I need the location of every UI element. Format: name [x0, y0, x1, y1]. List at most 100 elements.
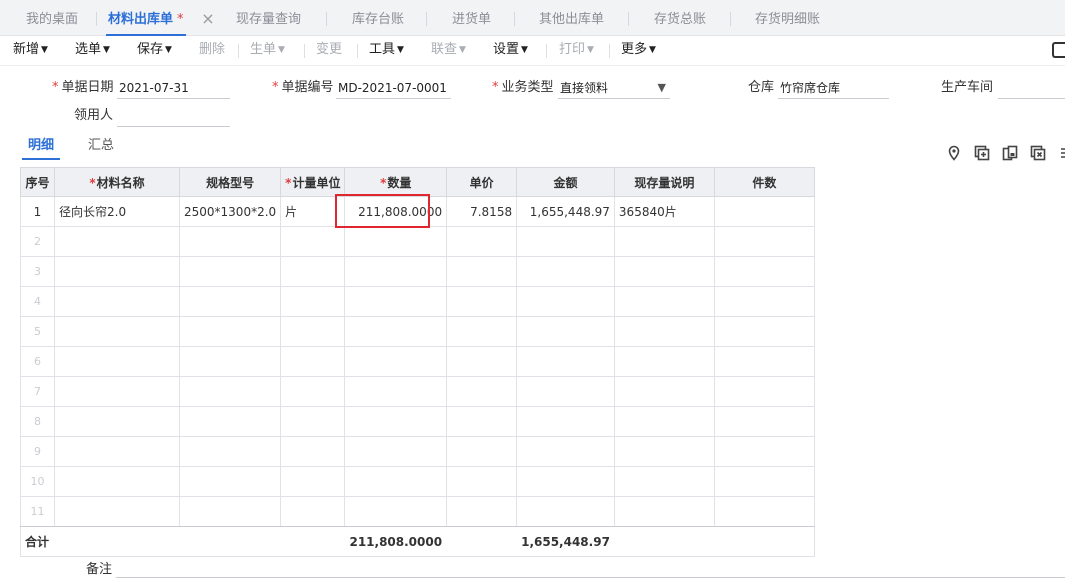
cell[interactable] — [516, 466, 615, 497]
cell[interactable] — [54, 256, 180, 287]
table-row[interactable]: 6 — [20, 346, 815, 377]
cell-stock-note[interactable]: 365840片 — [613, 196, 715, 227]
column-header-spec[interactable]: 规格型号 — [178, 167, 282, 197]
cell[interactable] — [178, 226, 282, 257]
remark-field[interactable] — [116, 558, 1065, 578]
cell[interactable] — [280, 226, 346, 257]
cell[interactable] — [613, 496, 715, 527]
cell[interactable] — [713, 286, 815, 317]
cell[interactable] — [446, 436, 518, 467]
date-field[interactable]: 2021-07-31 — [117, 77, 230, 99]
cell[interactable] — [713, 406, 815, 437]
column-header-unit[interactable]: *计量单位 — [280, 167, 346, 197]
cell[interactable] — [178, 376, 282, 407]
cell-spec[interactable]: 2500*1300*2.0 — [178, 196, 282, 227]
cell[interactable] — [446, 466, 518, 497]
cell[interactable] — [713, 376, 815, 407]
cell[interactable] — [54, 376, 180, 407]
table-row[interactable]: 4 — [20, 286, 815, 317]
table-row[interactable]: 1 径向长帘2.0 2500*1300*2.0 片 211,808.0000 7… — [20, 196, 815, 227]
location-pin-icon[interactable] — [946, 145, 962, 161]
print-button[interactable]: 打印 ▼ — [559, 36, 594, 66]
cell[interactable] — [344, 346, 448, 377]
cell[interactable] — [516, 286, 615, 317]
cell[interactable] — [613, 316, 715, 347]
cell[interactable] — [446, 256, 518, 287]
cell[interactable] — [516, 406, 615, 437]
subtab-detail[interactable]: 明细 — [22, 134, 61, 160]
cell[interactable] — [280, 496, 346, 527]
cell[interactable] — [516, 496, 615, 527]
column-header-material-name[interactable]: *材料名称 — [54, 167, 180, 197]
column-header-pieces[interactable]: 件数 — [713, 167, 815, 197]
cell[interactable] — [54, 406, 180, 437]
cell[interactable] — [516, 316, 615, 347]
cell[interactable] — [344, 436, 448, 467]
cell[interactable] — [344, 376, 448, 407]
tab-my-desktop[interactable]: 我的桌面 — [26, 0, 78, 36]
cell[interactable] — [516, 226, 615, 257]
cell[interactable] — [344, 496, 448, 527]
cell[interactable] — [178, 316, 282, 347]
table-row[interactable]: 10 — [20, 466, 815, 497]
cell[interactable] — [280, 346, 346, 377]
warehouse-field[interactable]: 竹帘席仓库 — [778, 77, 889, 99]
column-header-unit-price[interactable]: 单价 — [446, 167, 518, 197]
cell[interactable] — [344, 316, 448, 347]
cell[interactable] — [344, 256, 448, 287]
table-row[interactable]: 3 — [20, 256, 815, 287]
new-button[interactable]: 新增 ▼ — [13, 36, 48, 66]
cell-unit[interactable]: 片 — [280, 196, 346, 227]
change-button[interactable]: 变更 — [316, 36, 342, 66]
cell[interactable] — [54, 286, 180, 317]
tab-other-outbound[interactable]: 其他出库单 — [539, 0, 604, 36]
cell[interactable] — [613, 286, 715, 317]
table-row[interactable]: 2 — [20, 226, 815, 257]
delete-row-icon[interactable] — [1030, 145, 1046, 161]
cell[interactable] — [713, 466, 815, 497]
cell[interactable] — [613, 346, 715, 377]
cell[interactable] — [446, 346, 518, 377]
cell-unit-price[interactable]: 7.8158 — [446, 196, 518, 227]
cell[interactable] — [713, 346, 815, 377]
table-row[interactable]: 9 — [20, 436, 815, 467]
tab-stock-query[interactable]: 现存量查询 — [236, 0, 301, 36]
cell[interactable] — [516, 376, 615, 407]
cell[interactable] — [280, 436, 346, 467]
cell[interactable] — [446, 286, 518, 317]
cell[interactable] — [54, 316, 180, 347]
cell[interactable] — [344, 466, 448, 497]
more-button[interactable]: 更多 ▼ — [621, 36, 656, 66]
business-type-select[interactable]: 直接领料 ▼ — [558, 77, 670, 99]
cell-amount[interactable]: 1,655,448.97 — [516, 196, 615, 227]
table-row[interactable]: 11 — [20, 496, 815, 527]
cell[interactable] — [446, 316, 518, 347]
cell[interactable] — [280, 256, 346, 287]
cell[interactable] — [280, 316, 346, 347]
cell[interactable] — [713, 436, 815, 467]
add-row-icon[interactable] — [974, 145, 990, 161]
tab-inventory-ledger[interactable]: 库存台账 — [352, 0, 404, 36]
column-header-stock-note[interactable]: 现存量说明 — [613, 167, 715, 197]
select-source-button[interactable]: 选单 ▼ — [75, 36, 110, 66]
cell[interactable] — [516, 346, 615, 377]
tab-purchase-receipt[interactable]: 进货单 — [452, 0, 491, 36]
delete-button[interactable]: 删除 — [199, 36, 225, 66]
cell[interactable] — [178, 436, 282, 467]
cell[interactable] — [713, 226, 815, 257]
cell[interactable] — [613, 376, 715, 407]
cell[interactable] — [613, 436, 715, 467]
cell[interactable] — [713, 496, 815, 527]
cell-material-name[interactable]: 径向长帘2.0 — [54, 196, 180, 227]
close-icon[interactable]: × — [200, 9, 216, 29]
cell[interactable] — [280, 466, 346, 497]
cell[interactable] — [613, 406, 715, 437]
cell[interactable] — [54, 496, 180, 527]
table-row[interactable]: 5 — [20, 316, 815, 347]
cell[interactable] — [613, 226, 715, 257]
cell[interactable] — [446, 496, 518, 527]
cell[interactable] — [516, 436, 615, 467]
tools-button[interactable]: 工具 ▼ — [369, 36, 404, 66]
cell[interactable] — [178, 496, 282, 527]
column-header-amount[interactable]: 金额 — [516, 167, 615, 197]
